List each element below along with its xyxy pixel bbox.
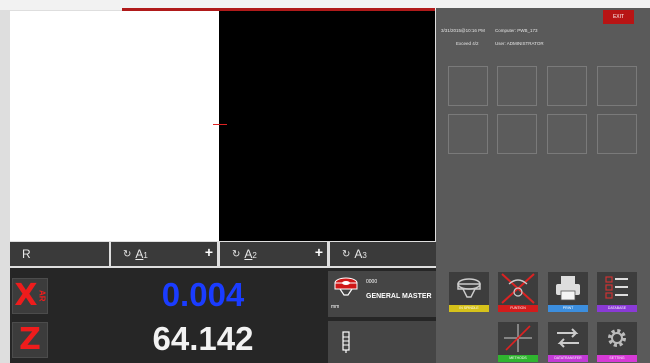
- plus-icon[interactable]: +: [315, 244, 323, 260]
- master-code: 0000: [366, 279, 378, 285]
- database-list-icon: [605, 276, 628, 299]
- empty-slot[interactable]: [547, 114, 587, 154]
- user-text: User: ADMINISTRATOR: [495, 41, 544, 46]
- function-label: FUNTION: [498, 305, 538, 312]
- x-axis-letter: X: [14, 278, 38, 313]
- tab-a2-letter: A: [244, 247, 253, 261]
- empty-slot[interactable]: [497, 114, 537, 154]
- empty-slot[interactable]: [497, 66, 537, 106]
- setting-button[interactable]: SETTING: [597, 322, 637, 362]
- exit-button[interactable]: EXIT: [603, 10, 634, 24]
- database-label: DATABASE: [597, 305, 637, 312]
- printer-icon: [556, 276, 580, 301]
- methods-icon: [504, 324, 532, 352]
- exceed-text: Exceed 4/2: [456, 41, 479, 46]
- plus-icon[interactable]: +: [205, 244, 213, 260]
- tab-a1[interactable]: ↻ A1 +: [111, 242, 217, 266]
- tab-r-label: R: [22, 247, 31, 261]
- tab-a1-index: 1: [143, 250, 148, 260]
- datatransfer-label: DATATRANSFER: [548, 355, 588, 362]
- methods-label: METHODS: [498, 355, 538, 362]
- tab-a2[interactable]: ↻ A2 +: [220, 242, 327, 266]
- print-label: PRINT: [548, 305, 588, 312]
- tab-a3-letter: A: [354, 247, 363, 261]
- x-value: 0.004: [161, 276, 245, 313]
- cycle-icon: ↻: [123, 248, 132, 260]
- empty-slot[interactable]: [597, 114, 637, 154]
- x-axis-sub: AR: [37, 290, 47, 302]
- empty-slot[interactable]: [547, 66, 587, 106]
- crosshair-marker: [213, 124, 227, 125]
- tab-a2-index: 2: [252, 250, 257, 260]
- tab-a3-index: 3: [362, 250, 367, 260]
- tab-r[interactable]: R: [10, 242, 109, 266]
- spindle-button[interactable]: IN SPINDLE: [449, 272, 489, 312]
- camera-view-right[interactable]: [219, 11, 435, 241]
- function-icon: [501, 273, 535, 304]
- datetime-text: 3/31/2015@10:16 PM: [441, 28, 485, 33]
- gear-icon: [608, 329, 626, 347]
- gauge-icon: [342, 331, 350, 353]
- camera-view-left[interactable]: [10, 11, 219, 241]
- datatransfer-button[interactable]: DATATRANSFER: [548, 322, 588, 362]
- computer-text: Computer: PWB_173: [495, 28, 538, 33]
- master-ring-icon: [334, 277, 358, 296]
- empty-slot[interactable]: [597, 66, 637, 106]
- cycle-icon: ↻: [232, 248, 241, 260]
- empty-slot[interactable]: [448, 66, 488, 106]
- setting-label: SETTING: [597, 355, 637, 362]
- function-button[interactable]: FUNTION: [498, 272, 538, 312]
- tab-a3[interactable]: ↻ A3: [330, 242, 436, 266]
- unit-label: mm: [331, 304, 340, 310]
- transfer-arrows-icon: [557, 328, 579, 348]
- empty-slot[interactable]: [448, 114, 488, 154]
- x-axis-button[interactable]: X AR: [12, 278, 48, 314]
- spindle-label: IN SPINDLE: [449, 305, 489, 312]
- print-button[interactable]: PRINT: [548, 272, 588, 312]
- methods-button[interactable]: METHODS: [498, 322, 538, 362]
- database-button[interactable]: DATABASE: [597, 272, 637, 312]
- z-value: 64.142: [152, 320, 254, 357]
- spindle-icon: [457, 278, 481, 298]
- gauge-button[interactable]: [328, 321, 436, 363]
- z-axis-button[interactable]: Z: [12, 322, 48, 358]
- z-axis-letter: Z: [19, 322, 41, 357]
- cycle-icon: ↻: [342, 248, 351, 260]
- master-name: GENERAL MASTER: [366, 293, 432, 300]
- tab-a1-letter: A: [135, 247, 144, 261]
